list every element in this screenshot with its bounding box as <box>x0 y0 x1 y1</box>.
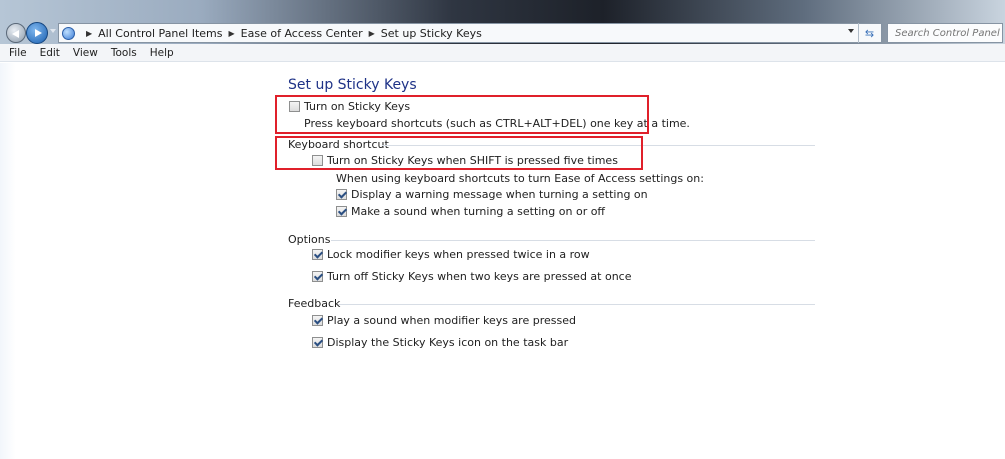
play-sound-checkbox[interactable] <box>312 315 323 326</box>
forward-button[interactable] <box>26 22 48 44</box>
menu-edit[interactable]: Edit <box>35 47 65 59</box>
lock-modifier-option[interactable]: Lock modifier keys when pressed twice in… <box>312 248 590 261</box>
turn-off-two-keys-checkbox[interactable] <box>312 271 323 282</box>
display-warning-option[interactable]: Display a warning message when turning a… <box>336 188 648 201</box>
section-divider <box>331 240 815 241</box>
shortcut-settings-note: When using keyboard shortcuts to turn Ea… <box>336 172 704 185</box>
taskbar-icon-option[interactable]: Display the Sticky Keys icon on the task… <box>312 336 568 349</box>
turn-off-two-keys-option[interactable]: Turn off Sticky Keys when two keys are p… <box>312 270 632 283</box>
turn-off-two-keys-label[interactable]: Turn off Sticky Keys when two keys are p… <box>327 270 632 283</box>
chevron-right-icon[interactable]: ▶ <box>229 29 235 38</box>
menu-help[interactable]: Help <box>145 47 179 59</box>
breadcrumb-set-up-sticky-keys[interactable]: Set up Sticky Keys <box>381 27 482 40</box>
menu-file[interactable]: File <box>4 47 32 59</box>
taskbar-icon-label[interactable]: Display the Sticky Keys icon on the task… <box>327 336 568 349</box>
left-pane-edge <box>0 63 16 459</box>
make-sound-option[interactable]: Make a sound when turning a setting on o… <box>336 205 605 218</box>
display-warning-label[interactable]: Display a warning message when turning a… <box>351 188 648 201</box>
chevron-right-icon[interactable]: ▶ <box>86 29 92 38</box>
address-bar[interactable]: ▶ All Control Panel Items ▶ Ease of Acce… <box>58 23 882 43</box>
options-heading: Options <box>288 233 331 246</box>
breadcrumb-all-control-panel-items[interactable]: All Control Panel Items <box>98 27 222 40</box>
refresh-icon[interactable]: ⇆ <box>858 23 880 43</box>
lock-modifier-checkbox[interactable] <box>312 249 323 260</box>
menu-view[interactable]: View <box>68 47 103 59</box>
taskbar-icon-checkbox[interactable] <box>312 337 323 348</box>
back-button[interactable] <box>6 23 26 43</box>
highlight-box-shift-shortcut <box>275 136 643 170</box>
display-warning-checkbox[interactable] <box>336 189 347 200</box>
control-panel-icon <box>62 26 75 40</box>
menu-bar: File Edit View Tools Help <box>0 44 1005 62</box>
make-sound-checkbox[interactable] <box>336 206 347 217</box>
make-sound-label[interactable]: Make a sound when turning a setting on o… <box>351 205 605 218</box>
recent-pages-dropdown-icon[interactable] <box>50 29 56 33</box>
search-input[interactable] <box>895 27 1002 39</box>
feedback-heading: Feedback <box>288 297 341 310</box>
play-sound-option[interactable]: Play a sound when modifier keys are pres… <box>312 314 576 327</box>
page-title: Set up Sticky Keys <box>288 77 417 93</box>
play-sound-label[interactable]: Play a sound when modifier keys are pres… <box>327 314 576 327</box>
menu-tools[interactable]: Tools <box>106 47 142 59</box>
address-dropdown-icon[interactable] <box>848 29 854 33</box>
search-box[interactable] <box>887 23 1003 43</box>
chevron-right-icon[interactable]: ▶ <box>369 29 375 38</box>
lock-modifier-label[interactable]: Lock modifier keys when pressed twice in… <box>327 248 590 261</box>
section-divider <box>338 304 815 305</box>
highlight-box-sticky-keys <box>275 95 649 134</box>
breadcrumb-ease-of-access-center[interactable]: Ease of Access Center <box>241 27 363 40</box>
